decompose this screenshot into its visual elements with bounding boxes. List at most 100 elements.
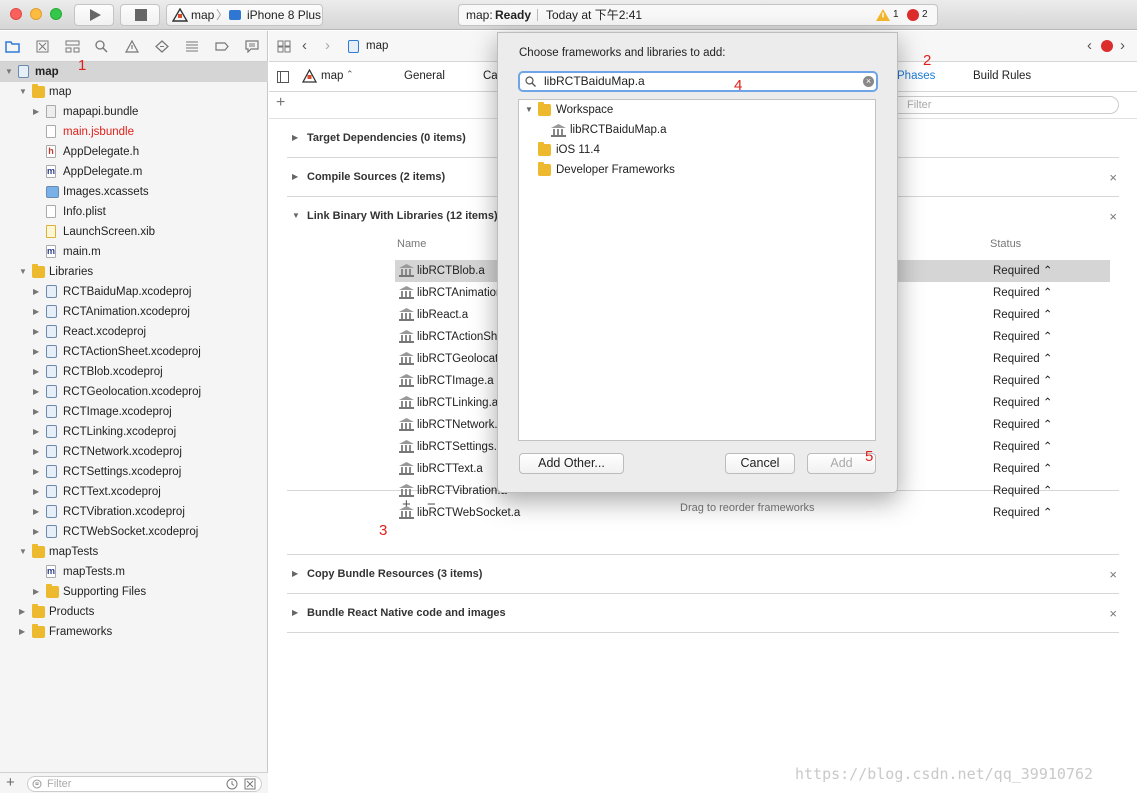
column-header-name[interactable]: Name: [397, 238, 426, 250]
disclosure-triangle-open-icon[interactable]: ▼: [19, 82, 27, 102]
symbol-navigator-icon[interactable]: [65, 40, 80, 53]
tree-row[interactable]: ▶ RCTImage.xcodeproj: [0, 402, 268, 422]
disclosure-triangle-open-icon[interactable]: ▼: [5, 62, 13, 82]
library-status-popup[interactable]: Required ⌃: [993, 260, 1053, 282]
disclosure-triangle-open-icon[interactable]: ▼: [525, 100, 533, 120]
debug-navigator-icon[interactable]: [185, 40, 199, 53]
tree-row[interactable]: ▶ RCTVibration.xcodeproj: [0, 502, 268, 522]
tree-row[interactable]: ▼ map: [0, 82, 268, 102]
tree-row[interactable]: h AppDelegate.h: [0, 142, 268, 162]
tree-row[interactable]: ▶ Supporting Files: [0, 582, 268, 602]
delete-phase-icon[interactable]: ×: [1109, 170, 1117, 185]
library-row[interactable]: libRCTWebSocket.a Required ⌃: [395, 502, 1110, 524]
disclosure-triangle-icon[interactable]: ▶: [33, 282, 39, 302]
phases-filter-field[interactable]: Filter: [889, 96, 1119, 114]
tree-row[interactable]: Info.plist: [0, 202, 268, 222]
outline-row-ios[interactable]: iOS 11.4: [519, 140, 875, 160]
library-status-popup[interactable]: Required ⌃: [993, 414, 1053, 436]
tree-row[interactable]: ▶ RCTSettings.xcodeproj: [0, 462, 268, 482]
folder-navigator-icon[interactable]: [5, 40, 20, 53]
report-navigator-icon[interactable]: [245, 40, 259, 53]
recent-files-icon[interactable]: [226, 778, 238, 790]
disclosure-triangle-open-icon[interactable]: ▼: [292, 211, 300, 220]
outline-row-workspace[interactable]: ▼ Workspace: [519, 100, 875, 120]
bundle-react-native-section[interactable]: ▶ Bundle React Native code and images ×: [287, 594, 1119, 633]
disclosure-triangle-icon[interactable]: ▶: [19, 622, 25, 642]
source-control-filter-icon[interactable]: [244, 778, 256, 790]
tree-row[interactable]: ▶ RCTNetwork.xcodeproj: [0, 442, 268, 462]
tab-build-phases[interactable]: Phases: [897, 70, 935, 82]
tree-row[interactable]: Images.xcassets: [0, 182, 268, 202]
library-status-popup[interactable]: Required ⌃: [993, 436, 1053, 458]
library-status-popup[interactable]: Required ⌃: [993, 480, 1053, 502]
issue-forward-chevron-icon[interactable]: ›: [1120, 37, 1125, 54]
forward-chevron-icon[interactable]: ›: [325, 37, 330, 54]
navigator-filter-field[interactable]: Filter: [27, 776, 262, 792]
target-selector[interactable]: map: [321, 70, 343, 82]
error-icon[interactable]: [907, 9, 919, 21]
tree-row[interactable]: LaunchScreen.xib: [0, 222, 268, 242]
tree-row[interactable]: ▶ RCTText.xcodeproj: [0, 482, 268, 502]
library-status-popup[interactable]: Required ⌃: [993, 502, 1053, 524]
tree-row[interactable]: ▶ RCTAnimation.xcodeproj: [0, 302, 268, 322]
breadcrumb[interactable]: map: [366, 40, 388, 52]
disclosure-triangle-icon[interactable]: ▶: [33, 582, 39, 602]
disclosure-triangle-icon[interactable]: ▶: [33, 382, 39, 402]
cancel-button[interactable]: Cancel: [725, 453, 795, 474]
tab-capabilities[interactable]: Ca: [483, 70, 498, 82]
library-status-popup[interactable]: Required ⌃: [993, 458, 1053, 480]
disclosure-triangle-icon[interactable]: ▶: [33, 502, 39, 522]
disclosure-triangle-open-icon[interactable]: ▼: [19, 542, 27, 562]
disclosure-triangle-icon[interactable]: ▶: [33, 422, 39, 442]
tree-row[interactable]: ▶ React.xcodeproj: [0, 322, 268, 342]
disclosure-triangle-icon[interactable]: ▶: [33, 402, 39, 422]
tree-row[interactable]: ▼ Libraries: [0, 262, 268, 282]
disclosure-triangle-icon[interactable]: ▶: [33, 482, 39, 502]
tree-row[interactable]: ▶ mapapi.bundle: [0, 102, 268, 122]
tree-row[interactable]: ▼ map: [0, 62, 268, 82]
breakpoint-navigator-icon[interactable]: [215, 40, 229, 53]
minimize-window-button[interactable]: [30, 8, 42, 20]
library-status-popup[interactable]: Required ⌃: [993, 370, 1053, 392]
tree-row[interactable]: ▼ mapTests: [0, 542, 268, 562]
add-other-button[interactable]: Add Other...: [519, 453, 624, 474]
stop-button[interactable]: [120, 4, 160, 26]
library-status-popup[interactable]: Required ⌃: [993, 326, 1053, 348]
source-control-navigator-icon[interactable]: [36, 40, 49, 53]
library-status-popup[interactable]: Required ⌃: [993, 282, 1053, 304]
run-button[interactable]: [74, 4, 114, 26]
tree-row[interactable]: ▶ Frameworks: [0, 622, 268, 642]
tree-row[interactable]: ▶ RCTGeolocation.xcodeproj: [0, 382, 268, 402]
tree-row[interactable]: ▶ RCTWebSocket.xcodeproj: [0, 522, 268, 542]
library-status-popup[interactable]: Required ⌃: [993, 392, 1053, 414]
outline-row-libRCTBaiduMap[interactable]: libRCTBaiduMap.a: [519, 120, 875, 140]
disclosure-triangle-icon[interactable]: ▶: [292, 569, 298, 578]
issue-navigator-icon[interactable]: [125, 40, 139, 53]
disclosure-triangle-icon[interactable]: ▶: [292, 172, 298, 181]
tree-row[interactable]: ▶ RCTBlob.xcodeproj: [0, 362, 268, 382]
disclosure-triangle-icon[interactable]: ▶: [292, 608, 298, 617]
issue-error-icon[interactable]: [1101, 40, 1113, 52]
tree-row[interactable]: ▶ Products: [0, 602, 268, 622]
warning-icon[interactable]: [876, 9, 890, 21]
copy-bundle-resources-section[interactable]: ▶ Copy Bundle Resources (3 items) ×: [287, 555, 1119, 594]
close-window-button[interactable]: [10, 8, 22, 20]
library-status-popup[interactable]: Required ⌃: [993, 348, 1053, 370]
clear-search-icon[interactable]: ×: [863, 76, 874, 87]
find-navigator-icon[interactable]: [95, 40, 108, 53]
outline-row-developer-frameworks[interactable]: Developer Frameworks: [519, 160, 875, 180]
disclosure-triangle-icon[interactable]: ▶: [33, 322, 39, 342]
column-header-status[interactable]: Status: [990, 238, 1021, 250]
delete-phase-icon[interactable]: ×: [1109, 209, 1117, 224]
disclosure-triangle-icon[interactable]: ▶: [33, 362, 39, 382]
tree-row[interactable]: main.jsbundle: [0, 122, 268, 142]
disclosure-triangle-icon[interactable]: ▶: [33, 462, 39, 482]
tree-row[interactable]: m main.m: [0, 242, 268, 262]
tree-row[interactable]: ▶ RCTActionSheet.xcodeproj: [0, 342, 268, 362]
issue-back-chevron-icon[interactable]: ‹: [1087, 37, 1092, 54]
library-status-popup[interactable]: Required ⌃: [993, 304, 1053, 326]
scheme-selector[interactable]: map 〉 iPhone 8 Plus: [166, 4, 323, 26]
disclosure-triangle-icon[interactable]: ▶: [19, 602, 25, 622]
tab-build-rules[interactable]: Build Rules: [973, 70, 1031, 82]
add-file-button[interactable]: +: [6, 775, 15, 790]
